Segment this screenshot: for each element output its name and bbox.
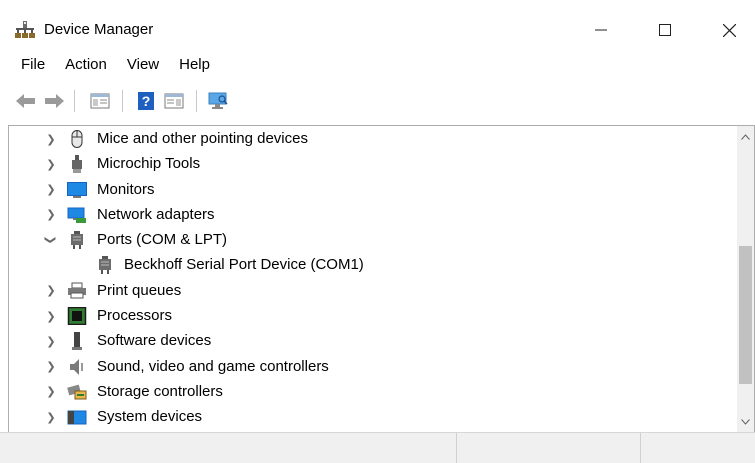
- toolbar-separator: [122, 90, 123, 112]
- tree-item-label: Monitors: [97, 180, 155, 198]
- tree-item-monitors[interactable]: ❯ Monitors: [9, 178, 736, 203]
- status-pane: [640, 433, 755, 463]
- port-icon: [99, 256, 111, 275]
- tree-item-print-queues[interactable]: ❯ Print queues: [9, 279, 736, 304]
- software-device-icon: [72, 332, 82, 351]
- forward-icon: [45, 94, 64, 108]
- system-devices-icon: [67, 410, 87, 425]
- device-tree-panel: ❯ Mice and other pointing devices ❯ Micr…: [8, 125, 755, 432]
- connector-icon: [72, 155, 82, 174]
- action-pane-icon: [164, 93, 184, 109]
- action-pane-button[interactable]: [162, 90, 186, 112]
- tree-item-label: Storage controllers: [97, 382, 223, 400]
- help-button[interactable]: ?: [134, 90, 158, 112]
- menu-view[interactable]: View: [117, 52, 169, 78]
- toolbar: ?: [0, 82, 755, 122]
- chevron-up-icon: [741, 133, 750, 140]
- tree-item-software-devices[interactable]: ❯ Software devices: [9, 329, 736, 354]
- status-pane: [456, 433, 640, 463]
- svg-text:?: ?: [142, 93, 151, 109]
- show-hide-console-tree-icon: [90, 93, 110, 109]
- tree-item-system-devices[interactable]: ❯ System devices: [9, 405, 736, 430]
- title-bar[interactable]: Device Manager: [0, 0, 755, 48]
- tree-item-ports[interactable]: ❯ Ports (COM & LPT): [9, 228, 736, 253]
- minimize-button[interactable]: [578, 12, 624, 48]
- network-adapter-icon: [67, 207, 86, 223]
- scroll-down-button[interactable]: [737, 413, 754, 430]
- tree-item-label: Microchip Tools: [97, 155, 201, 173]
- chevron-right-icon[interactable]: ❯: [45, 284, 57, 298]
- tree-item-label: Print queues: [97, 281, 182, 299]
- vertical-scrollbar[interactable]: [737, 126, 754, 432]
- tree-item-sound-video-game[interactable]: ❯ Sound, video and game controllers: [9, 355, 736, 380]
- printer-icon: [68, 282, 86, 299]
- chevron-right-icon[interactable]: ❯: [45, 208, 57, 222]
- status-bar: [0, 432, 755, 463]
- speaker-icon: [70, 358, 83, 375]
- device-manager-icon: [15, 21, 35, 38]
- tree-item-beckhoff-serial-port[interactable]: Beckhoff Serial Port Device (COM1): [9, 253, 736, 278]
- show-hide-console-tree-button[interactable]: [88, 90, 112, 112]
- tree-item-label: Ports (COM & LPT): [97, 231, 228, 249]
- scroll-thumb[interactable]: [739, 246, 752, 384]
- maximize-button[interactable]: [642, 12, 688, 48]
- chevron-right-icon[interactable]: ❯: [45, 132, 57, 146]
- help-icon: ?: [138, 92, 154, 110]
- close-button[interactable]: [706, 12, 752, 48]
- tree-item-label: Mice and other pointing devices: [97, 130, 308, 147]
- storage-controller-icon: [67, 384, 87, 400]
- toolbar-separator: [74, 90, 75, 112]
- chevron-down-icon[interactable]: ❯: [44, 234, 58, 246]
- menu-file[interactable]: File: [0, 52, 55, 78]
- device-tree: ❯ Mice and other pointing devices ❯ Micr…: [9, 127, 736, 431]
- tree-item-label: Network adapters: [97, 205, 215, 223]
- forward-button[interactable]: [42, 90, 66, 112]
- device-manager-window: Device Manager File Action View Help ? ❯…: [0, 0, 755, 463]
- tree-item-mice[interactable]: ❯ Mice and other pointing devices: [9, 127, 736, 152]
- maximize-icon: [659, 24, 671, 36]
- tree-item-label: Beckhoff Serial Port Device (COM1): [124, 256, 364, 274]
- scroll-up-button[interactable]: [737, 128, 754, 145]
- menu-action[interactable]: Action: [55, 52, 117, 78]
- scan-hardware-button[interactable]: [206, 90, 230, 112]
- monitor-icon: [67, 181, 87, 198]
- chevron-right-icon[interactable]: ❯: [45, 385, 57, 399]
- tree-item-label: Processors: [97, 307, 173, 325]
- menu-bar: File Action View Help: [0, 52, 220, 78]
- close-icon: [722, 23, 736, 37]
- menu-help[interactable]: Help: [169, 52, 220, 78]
- chevron-right-icon[interactable]: ❯: [45, 309, 57, 323]
- chevron-right-icon[interactable]: ❯: [45, 410, 57, 424]
- tree-item-processors[interactable]: ❯ Processors: [9, 304, 736, 329]
- chevron-right-icon[interactable]: ❯: [45, 360, 57, 374]
- tree-item-label: System devices: [97, 408, 203, 426]
- chevron-down-icon: [741, 418, 750, 425]
- scan-hardware-icon: [208, 92, 228, 109]
- tree-item-label: Sound, video and game controllers: [97, 357, 329, 375]
- processor-icon: [67, 307, 87, 326]
- back-button[interactable]: [14, 90, 38, 112]
- tree-item-storage-controllers[interactable]: ❯ Storage controllers: [9, 380, 736, 405]
- back-icon: [16, 94, 35, 108]
- port-icon: [71, 231, 83, 250]
- window-title: Device Manager: [44, 21, 154, 38]
- chevron-right-icon[interactable]: ❯: [45, 334, 57, 348]
- tree-item-network-adapters[interactable]: ❯ Network adapters: [9, 203, 736, 228]
- toolbar-separator: [196, 90, 197, 112]
- tree-item-label: Software devices: [97, 332, 212, 350]
- minimize-icon: [595, 29, 607, 31]
- chevron-right-icon[interactable]: ❯: [45, 157, 57, 171]
- chevron-right-icon[interactable]: ❯: [45, 183, 57, 197]
- tree-item-microchip-tools[interactable]: ❯ Microchip Tools: [9, 152, 736, 177]
- mouse-icon: [71, 130, 83, 148]
